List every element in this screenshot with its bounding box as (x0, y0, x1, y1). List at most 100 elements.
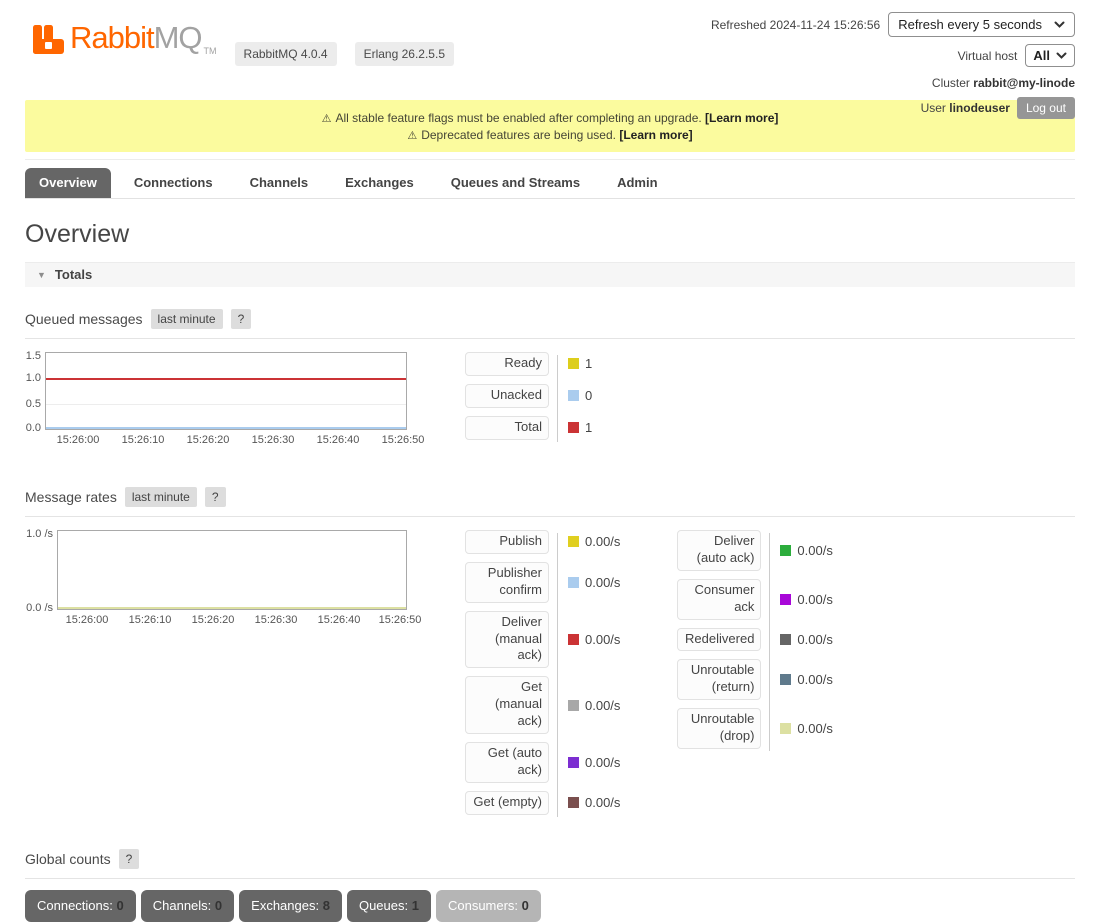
refresh-interval-select[interactable]: Refresh every 5 seconds (888, 12, 1075, 37)
y-tick-label: 0.5 (25, 398, 41, 410)
legend-swatch (780, 723, 791, 734)
legend-value: 0 (585, 388, 592, 403)
legend-value: 1 (585, 420, 592, 435)
legend-swatch (568, 390, 579, 401)
legend-row: Unacked 0 (465, 384, 592, 408)
legend-value: 0.00/s (585, 795, 620, 810)
queued-messages-chart: 1.5 1.0 0.5 0.0 15:26:00 15:26:10 15:26:… (25, 352, 445, 448)
legend-swatch (568, 797, 579, 808)
legend-value: 1 (585, 356, 592, 371)
cluster-label: Cluster (932, 76, 970, 90)
legend-value: 0.00/s (797, 721, 832, 736)
message-rates-label: Message rates (25, 489, 117, 505)
legend-label-ready: Ready (465, 352, 549, 376)
global-counts-header: Global counts ? (25, 844, 1075, 879)
connections-count-badge: Connections: 0 (25, 890, 136, 922)
virtual-host-select[interactable]: All (1025, 44, 1075, 67)
legend-value: 0.00/s (797, 543, 832, 558)
time-window-badge[interactable]: last minute (125, 487, 197, 507)
legend-label-unacked: Unacked (465, 384, 549, 408)
cluster-name: rabbit@my-linode (973, 76, 1075, 90)
legend-row: Get (manual ack) 0.00/s (465, 676, 620, 734)
legend-swatch (568, 757, 579, 768)
message-rates-legend-right: Deliver (auto ack) 0.00/s Consumer ack 0… (677, 530, 832, 757)
legend-value: 0.00/s (797, 632, 832, 647)
series-line-total (46, 378, 406, 380)
logo-wordmark: RabbitMQTM (70, 20, 217, 69)
main-tabs: Overview Connections Channels Exchanges … (25, 168, 1075, 199)
legend-value: 0.00/s (585, 534, 620, 549)
tab-exchanges[interactable]: Exchanges (331, 168, 428, 198)
legend-swatch (780, 634, 791, 645)
legend-swatch (568, 422, 579, 433)
warning-icon: ⚠ (322, 113, 332, 125)
series-line-zero (58, 607, 406, 609)
tab-channels[interactable]: Channels (236, 168, 323, 198)
refreshed-timestamp: Refreshed 2024-11-24 15:26:56 (711, 18, 880, 32)
x-tick-label: 15:26:30 (255, 614, 298, 626)
legend-value: 0.00/s (585, 755, 620, 770)
user-label: User (921, 101, 946, 115)
legend-row: Redelivered 0.00/s (677, 628, 832, 652)
x-tick-label: 15:26:10 (129, 614, 172, 626)
legend-swatch (568, 358, 579, 369)
erlang-version-badge: Erlang 26.2.5.5 (355, 42, 454, 66)
legend-label-publisher-confirm: Publisher confirm (465, 562, 549, 603)
x-tick-label: 15:26:20 (187, 434, 230, 446)
queued-messages-label: Queued messages (25, 311, 143, 327)
message-rates-legend-left: Publish 0.00/s Publisher confirm 0.00/s … (465, 530, 620, 823)
collapse-triangle-icon: ▼ (37, 270, 46, 280)
x-tick-label: 15:26:30 (252, 434, 295, 446)
legend-label-unroutable-drop: Unroutable (drop) (677, 708, 761, 749)
queued-messages-legend: Ready 1 Unacked 0 Total 1 (465, 352, 592, 448)
legend-label-consumer-ack: Consumer ack (677, 579, 761, 620)
help-badge[interactable]: ? (231, 309, 252, 329)
totals-section-header[interactable]: ▼ Totals (25, 262, 1075, 287)
legend-label-get-auto-ack: Get (auto ack) (465, 742, 549, 783)
x-tick-label: 15:26:20 (192, 614, 235, 626)
legend-row: Deliver (manual ack) 0.00/s (465, 611, 620, 669)
legend-label-publish: Publish (465, 530, 549, 554)
banner-text: All stable feature flags must be enabled… (335, 111, 701, 125)
user-name: linodeuser (949, 101, 1010, 115)
legend-value: 0.00/s (797, 592, 832, 607)
channels-count-badge: Channels: 0 (141, 890, 234, 922)
legend-label-unroutable-return: Unroutable (return) (677, 659, 761, 700)
message-rates-header: Message rates last minute ? (25, 482, 1075, 517)
tab-overview[interactable]: Overview (25, 168, 111, 198)
plot-area (45, 352, 407, 430)
legend-row: Publisher confirm 0.00/s (465, 562, 620, 603)
x-tick-label: 15:26:10 (122, 434, 165, 446)
y-tick-label: 1.5 (25, 350, 41, 362)
tab-connections[interactable]: Connections (120, 168, 227, 198)
queued-messages-header: Queued messages last minute ? (25, 304, 1075, 339)
y-tick-label: 0.0 /s (25, 602, 53, 614)
rabbitmq-logo-icon (33, 22, 64, 59)
tab-admin[interactable]: Admin (603, 168, 671, 198)
legend-value: 0.00/s (585, 698, 620, 713)
x-tick-label: 15:26:50 (382, 434, 425, 446)
rabbitmq-logo[interactable]: RabbitMQTM (25, 20, 217, 69)
global-counts-label: Global counts (25, 851, 111, 867)
x-tick-label: 15:26:50 (379, 614, 422, 626)
learn-more-link[interactable]: [Learn more] (619, 128, 692, 142)
tab-queues-and-streams[interactable]: Queues and Streams (437, 168, 594, 198)
legend-row: Unroutable (return) 0.00/s (677, 659, 832, 700)
virtual-host-label: Virtual host (958, 49, 1018, 63)
learn-more-link[interactable]: [Learn more] (705, 111, 778, 125)
legend-swatch (568, 536, 579, 547)
help-badge[interactable]: ? (205, 487, 226, 507)
queues-count-badge: Queues: 1 (347, 890, 431, 922)
banner-text: Deprecated features are being used. (421, 128, 616, 142)
y-tick-label: 1.0 /s (25, 528, 53, 540)
logout-button[interactable]: Log out (1017, 97, 1075, 119)
legend-row: Deliver (auto ack) 0.00/s (677, 530, 832, 571)
legend-value: 0.00/s (585, 575, 620, 590)
y-tick-label: 0.0 (25, 422, 41, 434)
chevron-down-icon (1056, 52, 1067, 59)
legend-swatch (568, 700, 579, 711)
legend-swatch (568, 577, 579, 588)
time-window-badge[interactable]: last minute (151, 309, 223, 329)
help-badge[interactable]: ? (119, 849, 140, 869)
x-tick-label: 15:26:40 (317, 434, 360, 446)
